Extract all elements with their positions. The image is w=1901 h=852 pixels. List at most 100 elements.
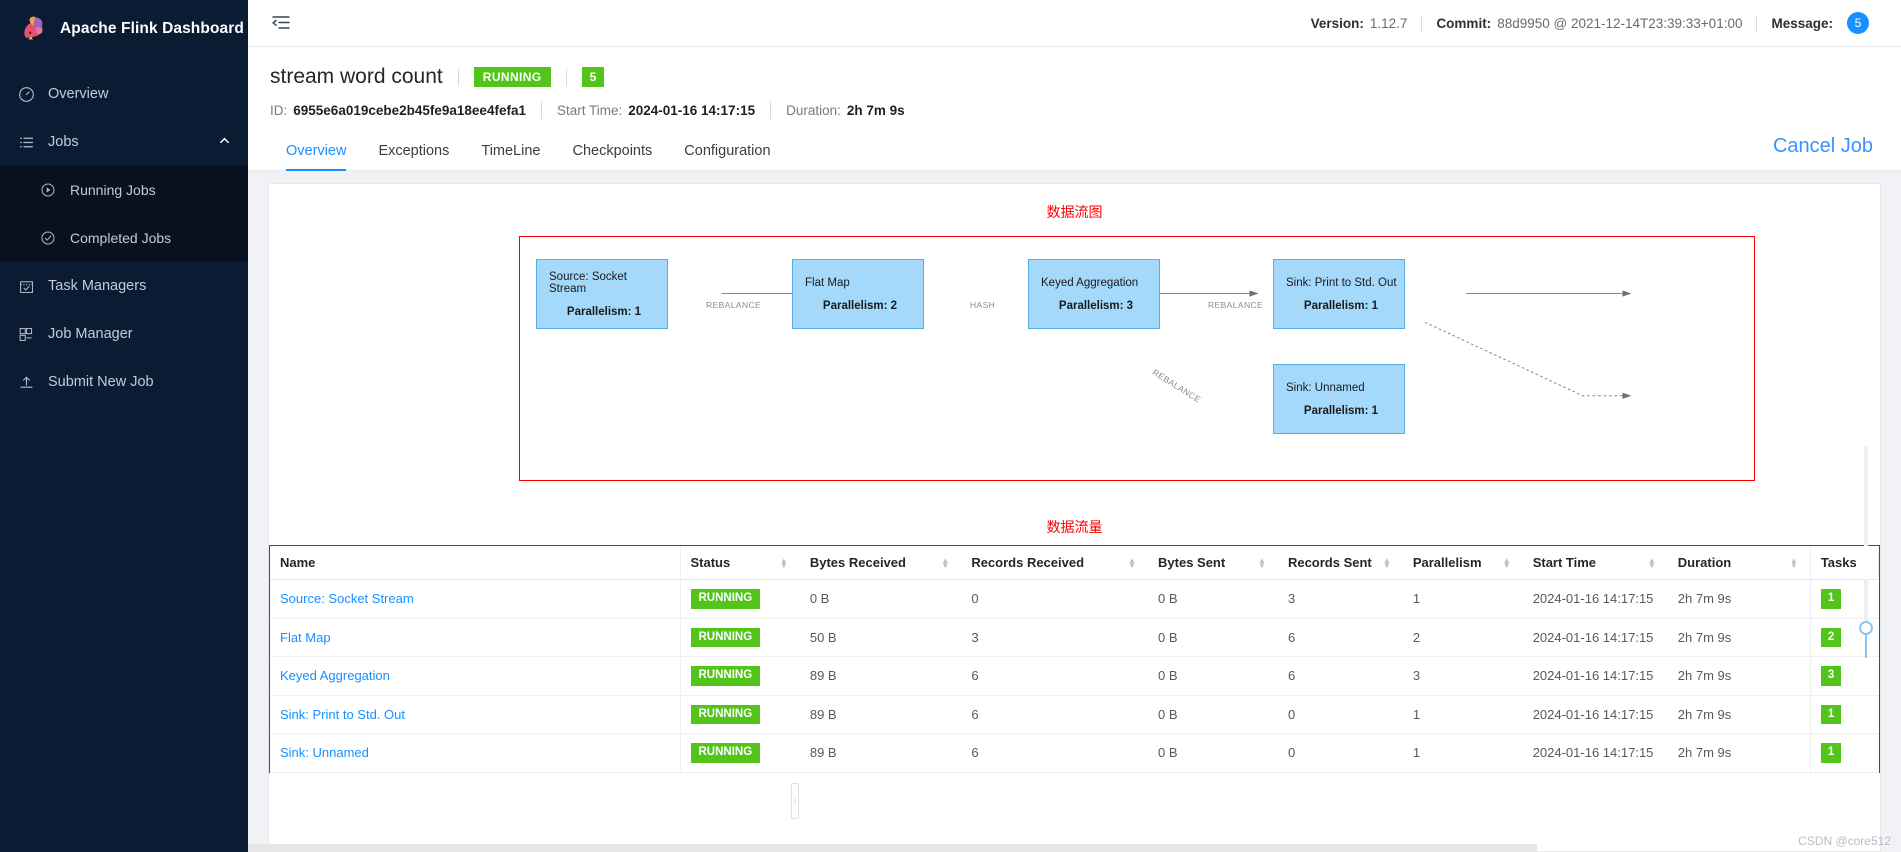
subtask-link[interactable]: Keyed Aggregation	[280, 668, 390, 683]
scrollbar-thumb[interactable]	[248, 844, 1538, 852]
tab-timeline[interactable]: TimeLine	[465, 133, 556, 170]
tab-overview[interactable]: Overview	[270, 133, 362, 171]
subtasks-table: Name Status ▲ ▼ Bytes Received ▲ ▼ Recor…	[270, 546, 1880, 773]
sidebar-item-completed-jobs[interactable]: Completed Jobs	[0, 214, 248, 262]
graph-node[interactable]: Sink: Print to Std. Out Parallelism: 1	[1273, 259, 1405, 329]
graph-scroll-rail[interactable]	[1864, 446, 1868, 626]
table-body: Source: Socket Stream RUNNING 0 B 0 0 B …	[270, 579, 1879, 773]
play-circle-icon	[40, 182, 57, 199]
sort-arrows-icon[interactable]: ▲ ▼	[1383, 556, 1391, 569]
table-row[interactable]: Source: Socket Stream RUNNING 0 B 0 0 B …	[270, 579, 1879, 619]
sidebar-item-jobs[interactable]: Jobs	[0, 118, 248, 166]
cell-records-received: 6	[961, 656, 1149, 696]
sort-arrows-icon[interactable]: ▲ ▼	[1503, 556, 1511, 569]
dataflow-graph[interactable]: Source: Socket Stream Parallelism: 1 Fla…	[519, 236, 1755, 481]
tab-configuration[interactable]: Configuration	[668, 133, 786, 170]
column-header-parallelism[interactable]: Parallelism ▲ ▼	[1402, 546, 1523, 580]
column-header-tasks[interactable]: Tasks	[1809, 546, 1880, 580]
message-count-badge[interactable]: 5	[1847, 12, 1869, 34]
upload-icon	[18, 374, 35, 391]
cell-bytes-sent: 0 B	[1148, 695, 1278, 734]
column-header-records-sent[interactable]: Records Sent ▲ ▼	[1277, 546, 1403, 580]
table-row[interactable]: Keyed Aggregation RUNNING 89 B 6 0 B 6 3…	[270, 656, 1879, 696]
column-resize-handle[interactable]: ⋮	[791, 783, 799, 819]
sort-arrows-icon[interactable]: ▲ ▼	[1258, 556, 1266, 569]
task-count-badge: 5	[581, 67, 605, 87]
graph-edge-label: REBALANCE	[706, 300, 762, 310]
table-header-row: Name Status ▲ ▼ Bytes Received ▲ ▼ Recor…	[270, 546, 1880, 580]
divider	[457, 68, 459, 86]
sort-arrows-icon[interactable]: ▲ ▼	[941, 556, 949, 569]
graph-node[interactable]: Sink: Unnamed Parallelism: 1	[1273, 364, 1405, 434]
cell-start-time: 2024-01-16 14:17:15	[1522, 618, 1668, 657]
graph-node[interactable]: Source: Socket Stream Parallelism: 1	[536, 259, 668, 329]
sidebar-item-task-managers[interactable]: Task Managers	[0, 262, 248, 310]
cell-name[interactable]: Keyed Aggregation	[270, 656, 681, 696]
sidebar-nav: Overview Jobs Running Jobs Completed Job…	[0, 70, 248, 406]
column-label: Records Sent	[1287, 555, 1372, 570]
graph-node-parallelism: Parallelism: 1	[1303, 299, 1379, 312]
subtask-link[interactable]: Flat Map	[280, 630, 331, 645]
graph-node[interactable]: Keyed Aggregation Parallelism: 3	[1028, 259, 1160, 329]
sort-arrows-icon[interactable]: ▲ ▼	[780, 556, 788, 569]
sidebar-item-label: Jobs	[48, 134, 79, 150]
cell-bytes-sent: 0 B	[1148, 618, 1278, 657]
sidebar-item-overview[interactable]: Overview	[0, 70, 248, 118]
flink-dashboard-app: Apache Flink Dashboard Overview Jobs Run…	[0, 0, 1901, 852]
message-info[interactable]: Message: 5	[1757, 12, 1883, 34]
overview-panel: 数据流图 Source: Socket Stream Parallelism: …	[268, 183, 1881, 852]
cell-name[interactable]: Source: Socket Stream	[270, 579, 681, 619]
brand[interactable]: Apache Flink Dashboard	[0, 0, 248, 57]
duration-value: 2h 7m 9s	[846, 103, 905, 118]
graph-node-parallelism: Parallelism: 3	[1058, 299, 1134, 312]
status-badge: RUNNING	[690, 666, 761, 686]
table-row[interactable]: Sink: Unnamed RUNNING 89 B 6 0 B 0 1 202…	[270, 733, 1879, 773]
menu-fold-icon[interactable]	[270, 12, 292, 34]
status-badge: RUNNING	[690, 589, 761, 609]
subtask-link[interactable]: Sink: Print to Std. Out	[280, 707, 405, 722]
sort-arrows-icon[interactable]: ▲ ▼	[1790, 556, 1798, 569]
cancel-job-button[interactable]: Cancel Job	[1773, 135, 1873, 158]
table-row[interactable]: Flat Map RUNNING 50 B 3 0 B 6 2 2024-01-…	[270, 618, 1879, 657]
cell-name[interactable]: Sink: Unnamed	[270, 733, 681, 773]
duration-label: Duration:	[786, 103, 841, 118]
cell-records-sent: 6	[1277, 656, 1403, 696]
cell-start-time: 2024-01-16 14:17:15	[1522, 733, 1668, 773]
column-label: Status	[690, 555, 731, 570]
graph-edge-label: HASH	[970, 300, 996, 310]
subtask-link[interactable]: Sink: Unnamed	[280, 745, 369, 760]
graph-node[interactable]: Flat Map Parallelism: 2	[792, 259, 924, 329]
tab-checkpoints[interactable]: Checkpoints	[556, 133, 668, 170]
column-header-status[interactable]: Status ▲ ▼	[680, 546, 800, 580]
column-header-duration[interactable]: Duration ▲ ▼	[1667, 546, 1811, 580]
job-id-value: 6955e6a019cebe2b45fe9a18ee4fefa1	[293, 103, 526, 118]
horizontal-scrollbar[interactable]	[248, 844, 1901, 852]
column-header-name[interactable]: Name	[270, 546, 681, 580]
cell-status: RUNNING	[680, 695, 800, 734]
cell-name[interactable]: Sink: Print to Std. Out	[270, 695, 681, 734]
graph-zoom-handle[interactable]	[1859, 621, 1873, 635]
column-header-records-received[interactable]: Records Received ▲ ▼	[961, 546, 1149, 580]
chevron-up-icon[interactable]	[219, 135, 230, 149]
sort-arrows-icon[interactable]: ▲ ▼	[1648, 556, 1656, 569]
cell-name[interactable]: Flat Map	[270, 618, 681, 657]
page-title: stream word count	[270, 65, 443, 88]
cell-tasks: 1	[1809, 579, 1879, 619]
subtask-link[interactable]: Source: Socket Stream	[280, 591, 414, 606]
sidebar-item-running-jobs[interactable]: Running Jobs	[0, 166, 248, 214]
table-row[interactable]: Sink: Print to Std. Out RUNNING 89 B 6 0…	[270, 695, 1879, 734]
column-header-start-time[interactable]: Start Time ▲ ▼	[1522, 546, 1668, 580]
job-title-row: stream word count RUNNING 5	[270, 65, 1879, 89]
sidebar-item-job-manager[interactable]: Job Manager	[0, 310, 248, 358]
cell-parallelism: 3	[1402, 656, 1523, 696]
version-value: 1.12.7	[1369, 15, 1408, 31]
cell-records-sent: 0	[1277, 733, 1403, 773]
sort-arrows-icon[interactable]: ▲ ▼	[1128, 556, 1136, 569]
column-header-bytes-sent[interactable]: Bytes Sent ▲ ▼	[1148, 546, 1278, 580]
tab-exceptions[interactable]: Exceptions	[362, 133, 465, 170]
cell-status: RUNNING	[680, 618, 800, 657]
tasks-badge: 1	[1820, 743, 1842, 763]
cell-records-received: 6	[961, 733, 1149, 773]
column-header-bytes-received[interactable]: Bytes Received ▲ ▼	[799, 546, 962, 580]
sidebar-item-submit-new-job[interactable]: Submit New Job	[0, 358, 248, 406]
